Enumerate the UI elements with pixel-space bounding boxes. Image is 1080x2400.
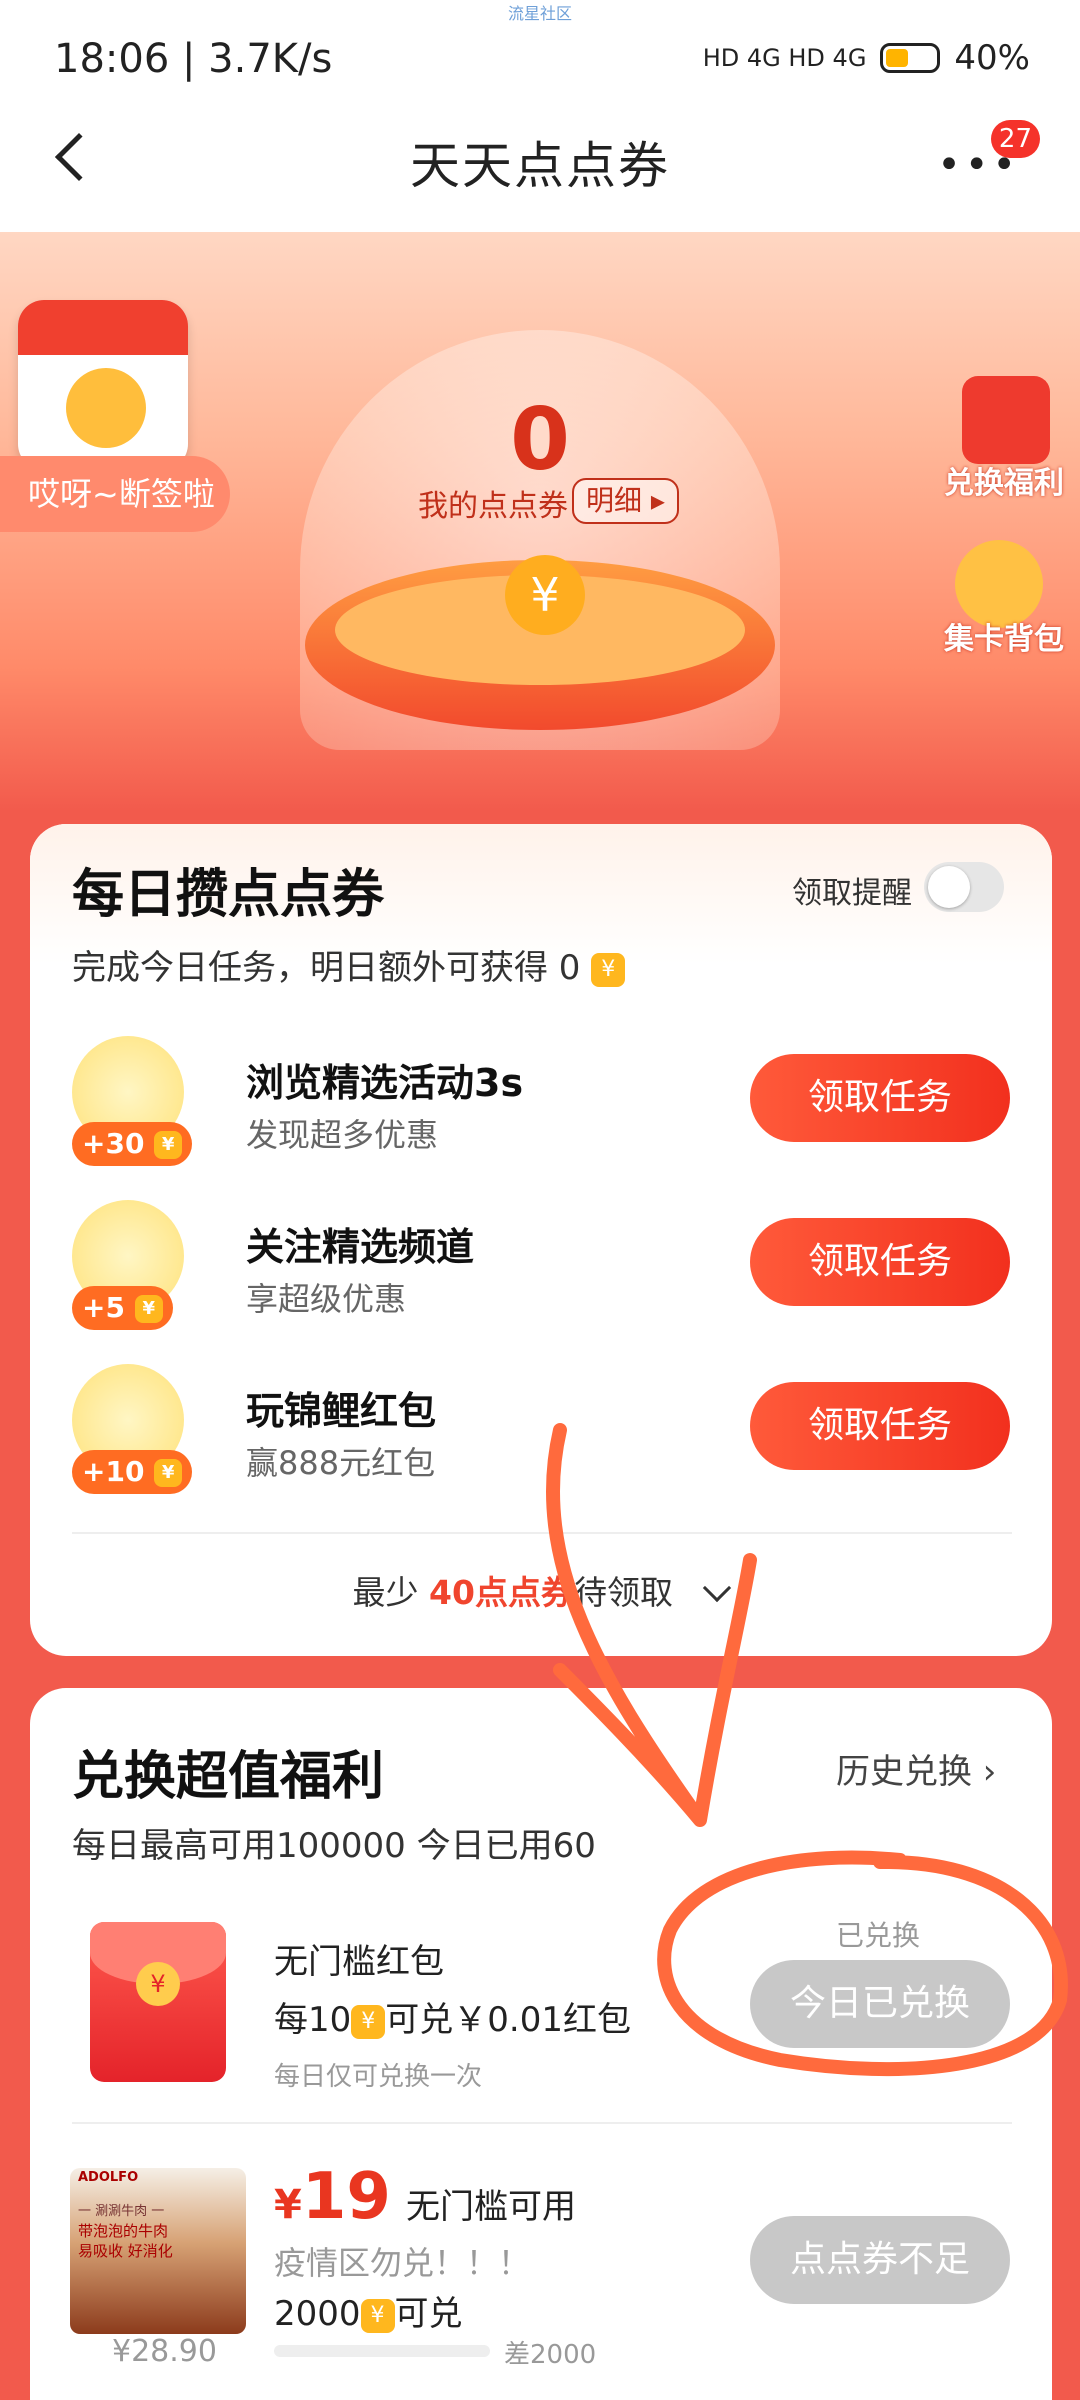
- my-points-label: 我的点点券: [418, 489, 568, 524]
- product-brand: ADOLFO: [78, 2170, 139, 2185]
- cost-suffix: 可兑: [394, 2294, 463, 2334]
- daily-subtitle: 完成今日任务，明日额外可获得 0 ¥: [72, 940, 626, 989]
- network-icon: HD 4G HD 4G: [702, 44, 867, 72]
- divider: [72, 2122, 1012, 2124]
- task-reward-badge: +30 ¥: [72, 1122, 193, 1166]
- task-title: 浏览精选活动3s: [246, 1061, 524, 1105]
- original-price: ¥28.90: [112, 2334, 217, 2369]
- price-symbol: ¥: [274, 2182, 302, 2228]
- min-pending-row[interactable]: 最少 40点点券待领取: [0, 1566, 1080, 1614]
- points-value: 0: [510, 390, 570, 490]
- coupon-icon: ¥: [351, 2004, 386, 2039]
- battery-level: 40%: [954, 38, 1030, 78]
- price-value: 19: [301, 2160, 391, 2234]
- item-rule: 每10 ¥ 可兑￥0.01红包: [274, 1992, 631, 2041]
- task-reward: +5: [82, 1291, 125, 1324]
- daily-title: 每日攒点点券: [72, 865, 385, 925]
- min-suffix: 待领取: [573, 1573, 673, 1612]
- task-title: 玩锦鲤红包: [246, 1389, 437, 1433]
- calendar-header: [18, 300, 188, 355]
- claim-task-button[interactable]: 领取任务: [750, 1382, 1010, 1470]
- price-row: ¥19 无门槛可用: [274, 2160, 576, 2234]
- status-icons: HD 4G HD 4G 40%: [703, 38, 1030, 78]
- item-warning: 疫情区勿兑！！！: [274, 2244, 531, 2282]
- daily-subtitle-text: 完成今日任务，明日额外可获得 0: [72, 948, 581, 988]
- task-reward-badge: +5 ¥: [72, 1286, 173, 1330]
- product-line2: 带泡泡的牛肉: [78, 2222, 169, 2240]
- coupon-icon: ¥: [154, 1131, 183, 1159]
- gap-label: 差2000: [504, 2340, 597, 2370]
- coupon-coin-icon: ¥: [505, 555, 585, 635]
- insufficient-points-button[interactable]: 点点券不足: [750, 2216, 1010, 2304]
- product-line3: 易吸收 好消化: [78, 2242, 173, 2260]
- price-tag: 无门槛可用: [406, 2187, 576, 2227]
- detail-button[interactable]: 明细 ▸: [572, 478, 679, 524]
- more-menu-icon[interactable]: •••: [937, 145, 1020, 185]
- product-line1: 一 涮涮牛肉 一: [78, 2204, 165, 2219]
- exchanged-today-button[interactable]: 今日已兑换: [750, 1960, 1010, 2048]
- coupon-icon: ¥: [360, 2298, 395, 2333]
- toggle-knob: [928, 866, 970, 908]
- card-bag-label[interactable]: 集卡背包: [944, 614, 1064, 658]
- task-subtitle: 享超级优惠: [246, 1280, 407, 1318]
- status-time: 18:06 | 3.7K/s: [54, 36, 333, 82]
- red-envelope-icon[interactable]: [962, 376, 1050, 464]
- coupon-icon: ¥: [154, 1459, 183, 1487]
- exchange-welfare-label[interactable]: 兑换福利: [944, 458, 1064, 502]
- history-exchange-link[interactable]: 历史兑换 ›: [836, 1744, 996, 1793]
- min-prefix: 最少: [352, 1573, 419, 1612]
- task-reward: +30: [82, 1127, 145, 1160]
- page-title: 天天点点券: [410, 137, 670, 195]
- item-cost: 2000 ¥ 可兑: [274, 2286, 463, 2335]
- reminder-label: 领取提醒: [792, 876, 912, 911]
- coupon-icon: ¥: [134, 1295, 163, 1323]
- exchange-subtitle: 每日最高可用100000 今日已用60: [72, 1826, 596, 1866]
- cost-value: 2000: [274, 2294, 361, 2334]
- notification-badge: 27: [990, 120, 1040, 158]
- task-subtitle: 发现超多优惠: [246, 1116, 439, 1154]
- coupon-icon: ¥: [591, 952, 626, 987]
- item-rule-suffix: 可兑￥0.01红包: [385, 2000, 631, 2040]
- chevron-down-icon: [703, 1573, 732, 1603]
- battery-icon: [880, 43, 941, 73]
- history-label: 历史兑换: [836, 1752, 972, 1792]
- task-subtitle: 赢888元红包: [246, 1444, 436, 1482]
- yen-coin-icon: ¥: [136, 1962, 180, 2006]
- task-title: 关注精选频道: [246, 1225, 475, 1269]
- claim-task-button[interactable]: 领取任务: [750, 1218, 1010, 1306]
- task-reward-badge: +10 ¥: [72, 1450, 193, 1494]
- exchange-title: 兑换超值福利: [72, 1747, 385, 1807]
- exchanged-status: 已兑换: [836, 1919, 921, 1952]
- min-highlight: 40点点券: [429, 1573, 574, 1612]
- watermark: 流星社区: [507, 4, 572, 23]
- item-note: 每日仅可兑换一次: [274, 2062, 483, 2092]
- detail-button-label: 明细: [586, 484, 643, 517]
- item-name: 无门槛红包: [274, 1942, 444, 1982]
- progress-bar: [274, 2345, 490, 2357]
- task-reward: +10: [82, 1455, 145, 1488]
- claim-task-button[interactable]: 领取任务: [750, 1054, 1010, 1142]
- item-rule-prefix: 每10: [274, 2000, 352, 2040]
- divider: [72, 1532, 1012, 1534]
